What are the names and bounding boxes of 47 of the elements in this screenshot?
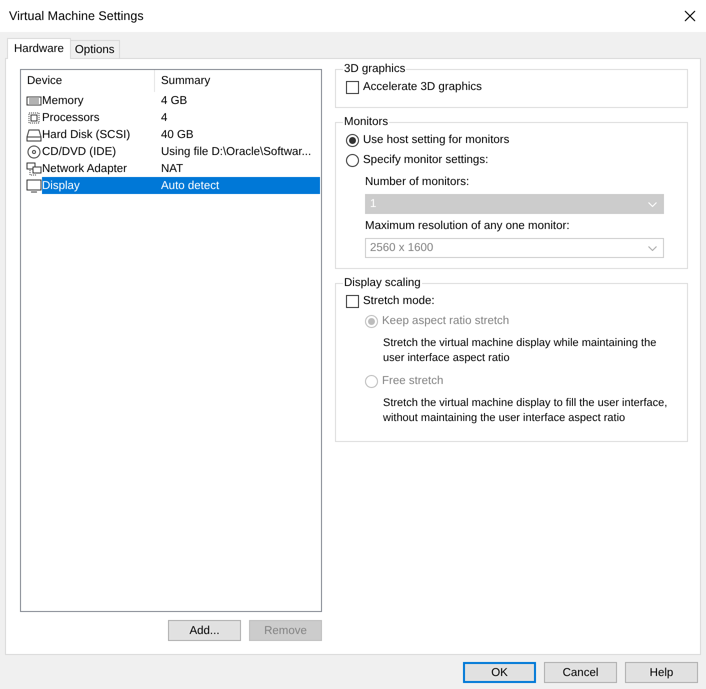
tab[interactable]: Options [70, 40, 120, 58]
table-cell: NAT [161, 162, 184, 174]
table-cell-text: CD/DVD (IDE) [42, 146, 118, 158]
column-header[interactable]: Summary [155, 70, 210, 92]
description-text: Stretch the virtual machine display while maintaining the user interface aspect ratio [382, 336, 658, 366]
chevron-down-icon [648, 246, 657, 250]
table-cell: 40 GB [161, 128, 194, 140]
group-title: 3D graphics [343, 63, 406, 75]
window-title: Virtual Machine Settings [9, 9, 144, 23]
radio-button[interactable]: Use host setting for monitors [346, 130, 510, 150]
table-cell-text: Memory [42, 94, 85, 106]
radio-button[interactable]: Specify monitor settings: [346, 150, 488, 170]
group-title: Display scaling [343, 277, 422, 289]
radio-circle[interactable] [346, 134, 359, 146]
column-header[interactable]: Device [21, 70, 155, 92]
description-text: Stretch the virtual machine display to fill the user interface, without maintaining the user interface aspect ratio [382, 396, 668, 426]
monitor-icon [26, 178, 42, 192]
checkbox[interactable]: Stretch mode: [346, 291, 435, 311]
field-label: Maximum resolution of any one monitor: [365, 220, 571, 234]
dialog-button[interactable]: Help [625, 662, 698, 683]
field-label: Number of monitors: [365, 176, 470, 190]
list-row[interactable]: Memory 4 GB [42, 92, 320, 109]
tab[interactable]: Hardware [7, 38, 71, 59]
list-row[interactable]: Processors 4 [42, 109, 320, 126]
table-cell-text: Processors [42, 112, 101, 124]
group-title: Monitors [343, 116, 390, 128]
list-row[interactable]: Hard Disk (SCSI) 40 GB [42, 126, 320, 143]
memory-icon [26, 94, 42, 108]
table-cell: 4 GB [161, 94, 188, 106]
close-icon [684, 10, 696, 22]
network-icon [26, 162, 42, 176]
chevron-down-icon [648, 202, 657, 206]
table-cell-text: Network Adapter [42, 162, 128, 174]
list-row[interactable]: CD/DVD (IDE) Using file D:\Oracle\Softwar... [42, 143, 320, 160]
dialog-button[interactable]: OK [463, 662, 536, 683]
table-cell: Auto detect [161, 180, 220, 192]
list-row[interactable]: Network Adapter NAT [42, 160, 320, 177]
disc-icon [26, 144, 42, 158]
table-cell: Using file D:\Oracle\Softwar... [161, 146, 312, 158]
table-cell: 4 [161, 112, 168, 124]
list-button[interactable]: Add... [168, 620, 241, 641]
radio-circle[interactable] [346, 154, 359, 166]
table-cell-text: Display [42, 180, 81, 192]
checkbox[interactable]: Accelerate 3D graphics [346, 77, 482, 97]
dialog-button[interactable]: Cancel [544, 662, 617, 683]
table-cell-text: Hard Disk (SCSI) [42, 128, 132, 140]
list-row[interactable]: Display Auto detect [42, 177, 320, 194]
